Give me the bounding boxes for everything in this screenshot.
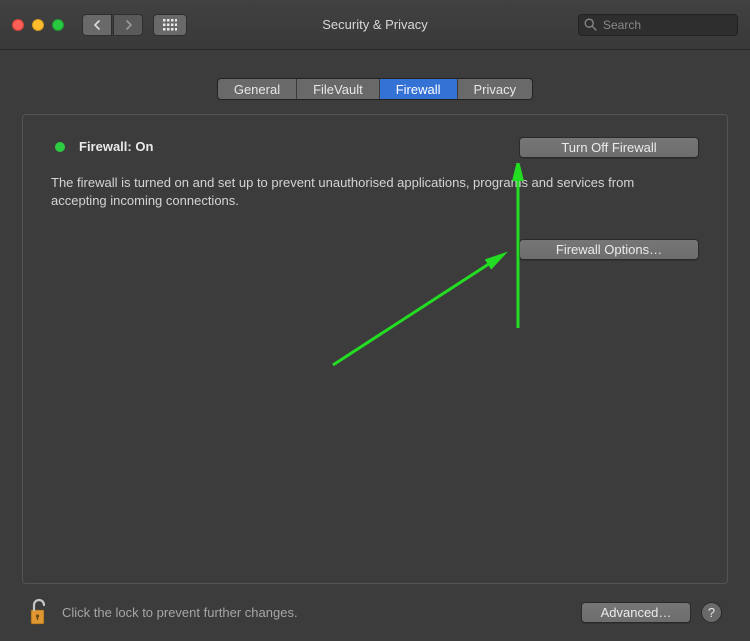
firewall-description: The firewall is turned on and set up to … [51, 174, 671, 209]
chevron-left-icon [93, 20, 102, 30]
close-window-button[interactable] [12, 19, 24, 31]
back-button[interactable] [82, 14, 112, 36]
status-on-icon [55, 142, 65, 152]
nav-buttons [82, 14, 143, 36]
firewall-status-label: Firewall: On [79, 139, 153, 154]
tabs-row: General FileVault Firewall Privacy [0, 78, 750, 100]
tab-firewall[interactable]: Firewall [380, 79, 458, 99]
tab-privacy[interactable]: Privacy [458, 79, 533, 99]
turn-off-firewall-button[interactable]: Turn Off Firewall [519, 137, 699, 158]
search-input[interactable] [578, 14, 738, 36]
search-icon [584, 18, 597, 31]
chevron-right-icon [124, 20, 133, 30]
help-button[interactable]: ? [701, 602, 722, 623]
maximize-window-button[interactable] [52, 19, 64, 31]
footer: Click the lock to prevent further change… [0, 598, 750, 626]
tabs: General FileVault Firewall Privacy [217, 78, 533, 100]
grid-icon [163, 19, 177, 31]
firewall-panel: Firewall: On Turn Off Firewall The firew… [22, 114, 728, 584]
lock-open-icon [28, 598, 50, 626]
titlebar: Security & Privacy [0, 0, 750, 50]
forward-button[interactable] [113, 14, 143, 36]
firewall-options-button[interactable]: Firewall Options… [519, 239, 699, 260]
search-wrap [578, 14, 738, 36]
lock-hint-text: Click the lock to prevent further change… [62, 605, 298, 620]
advanced-button[interactable]: Advanced… [581, 602, 691, 623]
minimize-window-button[interactable] [32, 19, 44, 31]
window-controls [12, 19, 64, 31]
tab-filevault[interactable]: FileVault [297, 79, 380, 99]
annotation-arrow-diagonal-icon [328, 250, 508, 370]
show-all-button[interactable] [153, 14, 187, 36]
tab-general[interactable]: General [218, 79, 297, 99]
lock-button[interactable] [28, 598, 50, 626]
